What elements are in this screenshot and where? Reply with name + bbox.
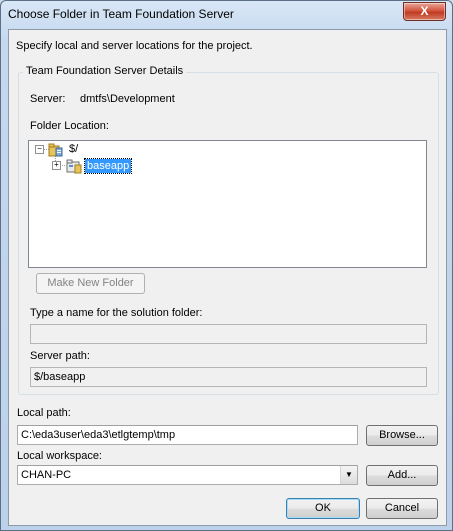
window-title: Choose Folder in Team Foundation Server xyxy=(8,7,234,21)
server-path-field: $/baseapp xyxy=(30,367,427,387)
folder-location-label: Folder Location: xyxy=(30,120,109,132)
expand-icon[interactable]: + xyxy=(52,161,61,170)
local-workspace-value: CHAN-PC xyxy=(21,469,72,481)
local-path-input[interactable]: C:\eda3user\eda3\etlgtemp\tmp xyxy=(17,425,358,445)
folder-tree[interactable]: − $/ + baseapp xyxy=(28,140,427,268)
browse-button[interactable]: Browse... xyxy=(366,425,438,446)
intro-text: Specify local and server locations for t… xyxy=(16,40,253,52)
server-folder-icon xyxy=(48,143,63,157)
tfs-details-group: Team Foundation Server Details Server: d… xyxy=(18,65,439,395)
title-bar[interactable]: Choose Folder in Team Foundation Server … xyxy=(1,1,452,27)
server-value: dmtfs\Development xyxy=(80,93,175,105)
group-title: Team Foundation Server Details xyxy=(23,65,187,77)
choose-folder-dialog: Choose Folder in Team Foundation Server … xyxy=(0,0,453,531)
ok-button[interactable]: OK xyxy=(286,498,360,519)
collapse-icon[interactable]: − xyxy=(35,145,44,154)
local-path-label: Local path: xyxy=(17,407,71,419)
make-new-folder-button[interactable]: Make New Folder xyxy=(36,273,145,294)
tree-root-label[interactable]: $/ xyxy=(69,143,78,155)
solution-folder-label: Type a name for the solution folder: xyxy=(30,307,203,319)
local-workspace-select[interactable]: CHAN-PC ▼ xyxy=(17,465,358,485)
chevron-down-icon[interactable]: ▼ xyxy=(340,466,357,484)
add-workspace-button[interactable]: Add... xyxy=(366,465,438,486)
solution-folder-input[interactable] xyxy=(30,324,427,344)
project-folder-icon xyxy=(66,159,82,174)
dialog-body: Specify local and server locations for t… xyxy=(8,29,447,526)
server-label: Server: xyxy=(30,93,66,105)
cancel-button[interactable]: Cancel xyxy=(366,498,438,519)
tree-child-label[interactable]: baseapp xyxy=(83,158,133,174)
server-path-label: Server path: xyxy=(30,350,90,362)
close-button[interactable]: X xyxy=(403,2,446,21)
local-workspace-label: Local workspace: xyxy=(17,450,102,462)
